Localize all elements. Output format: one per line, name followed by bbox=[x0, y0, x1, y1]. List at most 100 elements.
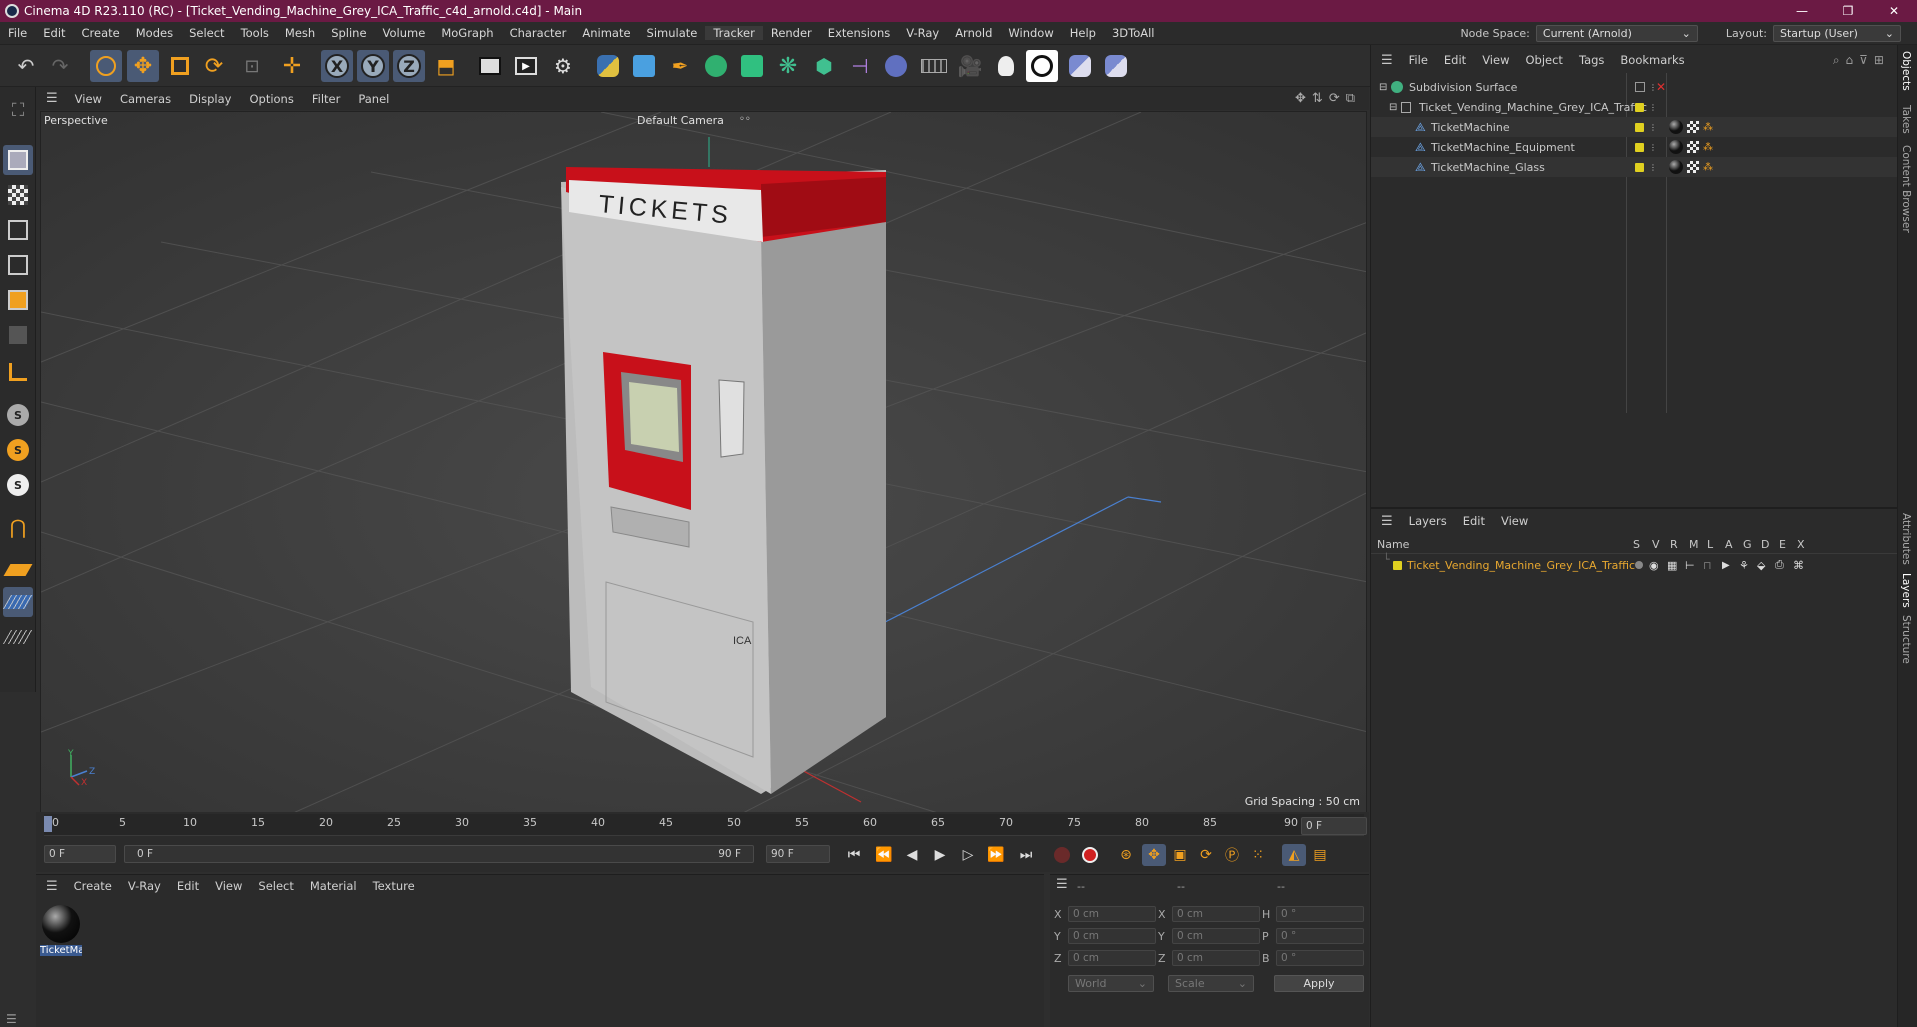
rot-b-field[interactable]: 0 ° bbox=[1276, 950, 1364, 966]
menu-render[interactable]: Render bbox=[763, 26, 820, 40]
node-space-dropdown[interactable]: Current (Arnold) ⌄ bbox=[1535, 25, 1698, 42]
maximize-button[interactable]: ❐ bbox=[1825, 0, 1871, 22]
key-scale-button[interactable]: ▣ bbox=[1168, 844, 1192, 866]
scale-tool-button[interactable] bbox=[164, 50, 196, 82]
selection-tag-icon[interactable]: ⁂ bbox=[1703, 142, 1713, 153]
menu-mograph[interactable]: MoGraph bbox=[433, 26, 501, 40]
pos-y-field[interactable]: 0 cm bbox=[1068, 928, 1156, 944]
menu-help[interactable]: Help bbox=[1062, 26, 1104, 40]
layer-color-swatch[interactable] bbox=[1635, 122, 1644, 132]
key-pla-button[interactable]: ⁙ bbox=[1246, 844, 1270, 866]
tab-structure[interactable]: Structure bbox=[1900, 615, 1912, 664]
menu-3dtoall[interactable]: 3DToAll bbox=[1104, 26, 1163, 40]
tab-layers[interactable]: Layers bbox=[1900, 573, 1912, 608]
range-slider[interactable]: 0 F 90 F bbox=[124, 845, 754, 863]
go-to-start-button[interactable]: ⏮ bbox=[842, 844, 866, 866]
objects-menu-tags[interactable]: Tags bbox=[1571, 53, 1612, 67]
viewport-menu-options[interactable]: Options bbox=[240, 92, 302, 106]
y-axis-lock-button[interactable]: Y bbox=[357, 50, 389, 82]
uvw-tag-icon[interactable] bbox=[1687, 161, 1699, 173]
layer-color-swatch[interactable] bbox=[1393, 560, 1402, 570]
coordinate-system-button[interactable]: ✛ bbox=[276, 50, 308, 82]
selection-tag-icon[interactable]: ⁂ bbox=[1703, 122, 1713, 133]
collapse-icon[interactable]: ⊟ bbox=[1389, 102, 1397, 113]
coordinate-space-dropdown[interactable]: World ⌄ bbox=[1068, 975, 1154, 992]
workplane-button[interactable] bbox=[3, 555, 33, 585]
snap-quantize-button[interactable]: S bbox=[3, 470, 33, 500]
menu-arnold[interactable]: Arnold bbox=[947, 26, 1000, 40]
material-menu-create[interactable]: Create bbox=[66, 879, 120, 893]
make-editable-button[interactable]: ⛶ bbox=[3, 95, 33, 125]
world-coordinates-button[interactable]: ⬒ bbox=[430, 50, 462, 82]
tab-attributes[interactable]: Attributes bbox=[1900, 513, 1912, 565]
menu-window[interactable]: Window bbox=[1000, 26, 1061, 40]
objects-menu-object[interactable]: Object bbox=[1517, 53, 1570, 67]
motion-system-button[interactable]: ◭ bbox=[1282, 844, 1306, 866]
visibility-dots-icon[interactable]: ⋮ bbox=[1649, 123, 1657, 132]
z-axis-lock-button[interactable]: Z bbox=[393, 50, 425, 82]
menu-modes[interactable]: Modes bbox=[128, 26, 181, 40]
keyframe-selection-button[interactable]: ⊛ bbox=[1114, 844, 1138, 866]
menu-spline[interactable]: Spline bbox=[323, 26, 374, 40]
deformers-icon[interactable]: ⬙ bbox=[1757, 559, 1765, 572]
texture-mode-button[interactable] bbox=[3, 180, 33, 210]
visibility-dots-icon[interactable]: ⋮ bbox=[1649, 103, 1657, 112]
size-z-field[interactable]: 0 cm bbox=[1172, 950, 1260, 966]
current-frame-field[interactable]: 0 F bbox=[1301, 817, 1367, 835]
material-menu-edit[interactable]: Edit bbox=[169, 879, 207, 893]
material-menu-material[interactable]: Material bbox=[302, 879, 365, 893]
pen-spline-button[interactable]: ✒ bbox=[664, 50, 696, 82]
apply-button[interactable]: Apply bbox=[1274, 975, 1364, 992]
xref-icon[interactable]: ⌘ bbox=[1793, 559, 1804, 572]
object-row-subdivision[interactable]: ⊟ Subdivision Surface ⋮ ✕ bbox=[1371, 77, 1898, 97]
edit-tag-icon[interactable] bbox=[1635, 82, 1645, 92]
floor-button[interactable] bbox=[918, 50, 950, 82]
deformer-button[interactable]: ⊣ bbox=[844, 50, 876, 82]
tab-takes[interactable]: Takes bbox=[1900, 105, 1912, 134]
lock-icon[interactable]: ⊓ bbox=[1703, 559, 1712, 572]
layers-menu-layers[interactable]: Layers bbox=[1401, 514, 1455, 528]
layers-menu-view[interactable]: View bbox=[1493, 514, 1536, 528]
material-menu-select[interactable]: Select bbox=[250, 879, 301, 893]
material-menu-view[interactable]: View bbox=[207, 879, 250, 893]
coordinate-mode-dropdown[interactable]: Scale ⌄ bbox=[1168, 975, 1254, 992]
visibility-dots-icon[interactable]: ⋮ bbox=[1649, 143, 1657, 152]
mograph-button[interactable]: ⬢ bbox=[808, 50, 840, 82]
layer-row[interactable]: └ Ticket_Vending_Machine_Grey_ICA_Traffi… bbox=[1371, 553, 1898, 575]
previous-frame-button[interactable]: ◀ bbox=[900, 844, 924, 866]
magnet-button[interactable]: ⋂ bbox=[3, 512, 33, 542]
hamburger-icon[interactable]: ☰ bbox=[1371, 514, 1401, 529]
status-menu-icon[interactable]: ☰ bbox=[6, 1012, 17, 1026]
material-tag-icon[interactable] bbox=[1669, 140, 1683, 154]
menu-mesh[interactable]: Mesh bbox=[277, 26, 323, 40]
grid-button[interactable] bbox=[2, 587, 34, 617]
rot-h-field[interactable]: 0 ° bbox=[1276, 906, 1364, 922]
snap-button[interactable]: S bbox=[3, 400, 33, 430]
expressions-icon[interactable]: ⎙ bbox=[1775, 558, 1784, 572]
polygons-mode-button[interactable] bbox=[3, 285, 33, 315]
manager-icon[interactable]: ⊢ bbox=[1685, 559, 1695, 572]
selection-tag-icon[interactable]: ⁂ bbox=[1703, 162, 1713, 173]
next-key-button[interactable]: ⏩ bbox=[984, 844, 1008, 866]
tab-objects[interactable]: Objects bbox=[1900, 51, 1912, 91]
objects-menu-bookmarks[interactable]: Bookmarks bbox=[1612, 53, 1692, 67]
model-mode-button[interactable] bbox=[3, 145, 33, 175]
layout-dropdown[interactable]: Startup (User) ⌄ bbox=[1773, 25, 1901, 42]
object-row-ticketmachine[interactable]: ⟁ TicketMachine ⋮ ⁂ bbox=[1371, 117, 1898, 137]
snap-settings-button[interactable]: S bbox=[3, 435, 33, 465]
tab-content-browser[interactable]: Content Browser bbox=[1900, 145, 1912, 233]
material-menu-texture[interactable]: Texture bbox=[365, 879, 423, 893]
python-script-2-button[interactable] bbox=[1100, 50, 1132, 82]
menu-edit[interactable]: Edit bbox=[35, 26, 73, 40]
viewport-menu-panel[interactable]: Panel bbox=[349, 92, 398, 106]
menu-animate[interactable]: Animate bbox=[574, 26, 638, 40]
menu-select[interactable]: Select bbox=[181, 26, 232, 40]
collapse-icon[interactable]: ⊟ bbox=[1379, 82, 1387, 93]
autokey-button[interactable] bbox=[1078, 844, 1102, 866]
generators-icon[interactable]: ⚘ bbox=[1739, 559, 1749, 572]
disabled-x-icon[interactable]: ✕ bbox=[1656, 80, 1666, 94]
render-view-button[interactable] bbox=[474, 50, 506, 82]
menu-vray[interactable]: V-Ray bbox=[898, 26, 947, 40]
timeline-window-button[interactable]: ▤ bbox=[1308, 844, 1332, 866]
python-script-button[interactable] bbox=[1064, 50, 1096, 82]
